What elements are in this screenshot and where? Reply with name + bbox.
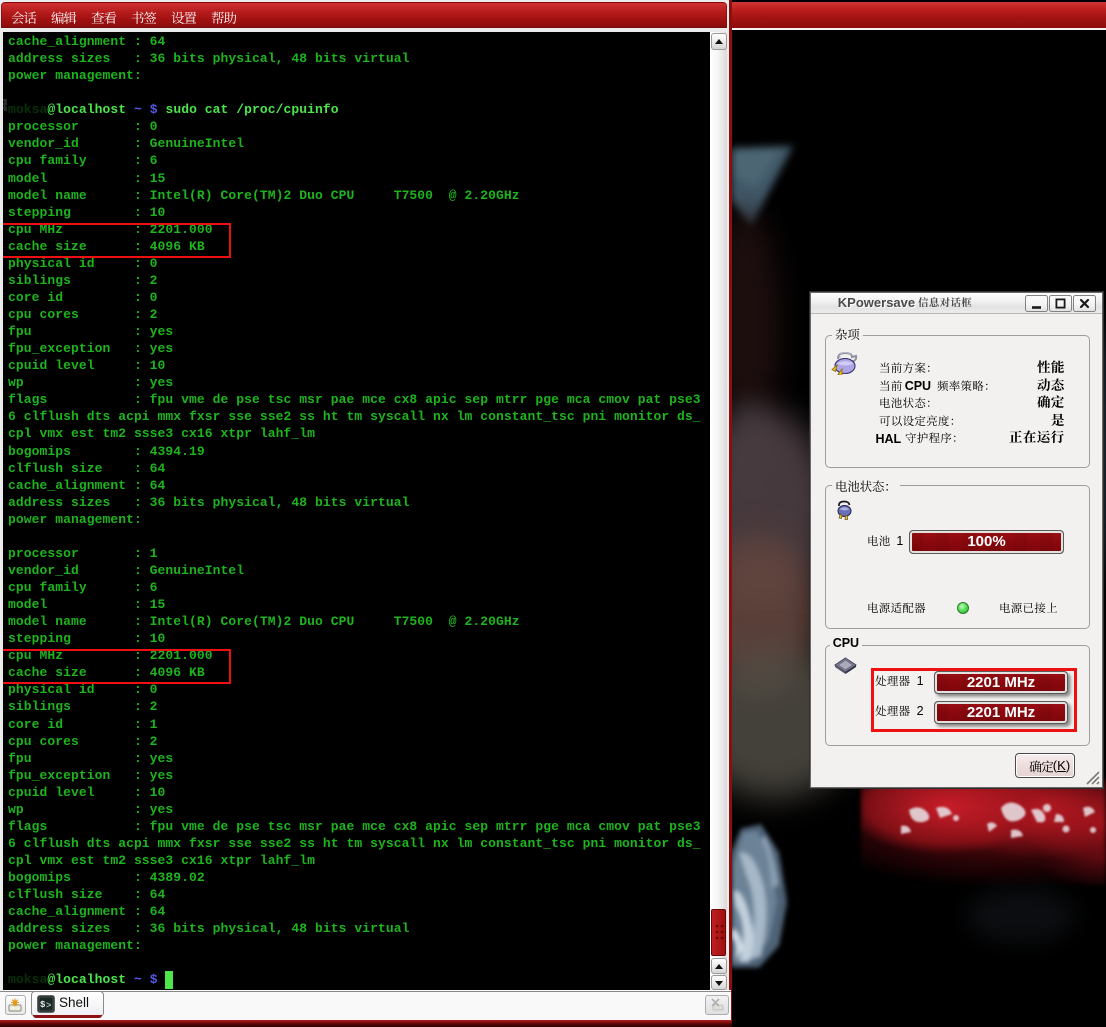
svg-text:>: > [46, 1001, 51, 1011]
